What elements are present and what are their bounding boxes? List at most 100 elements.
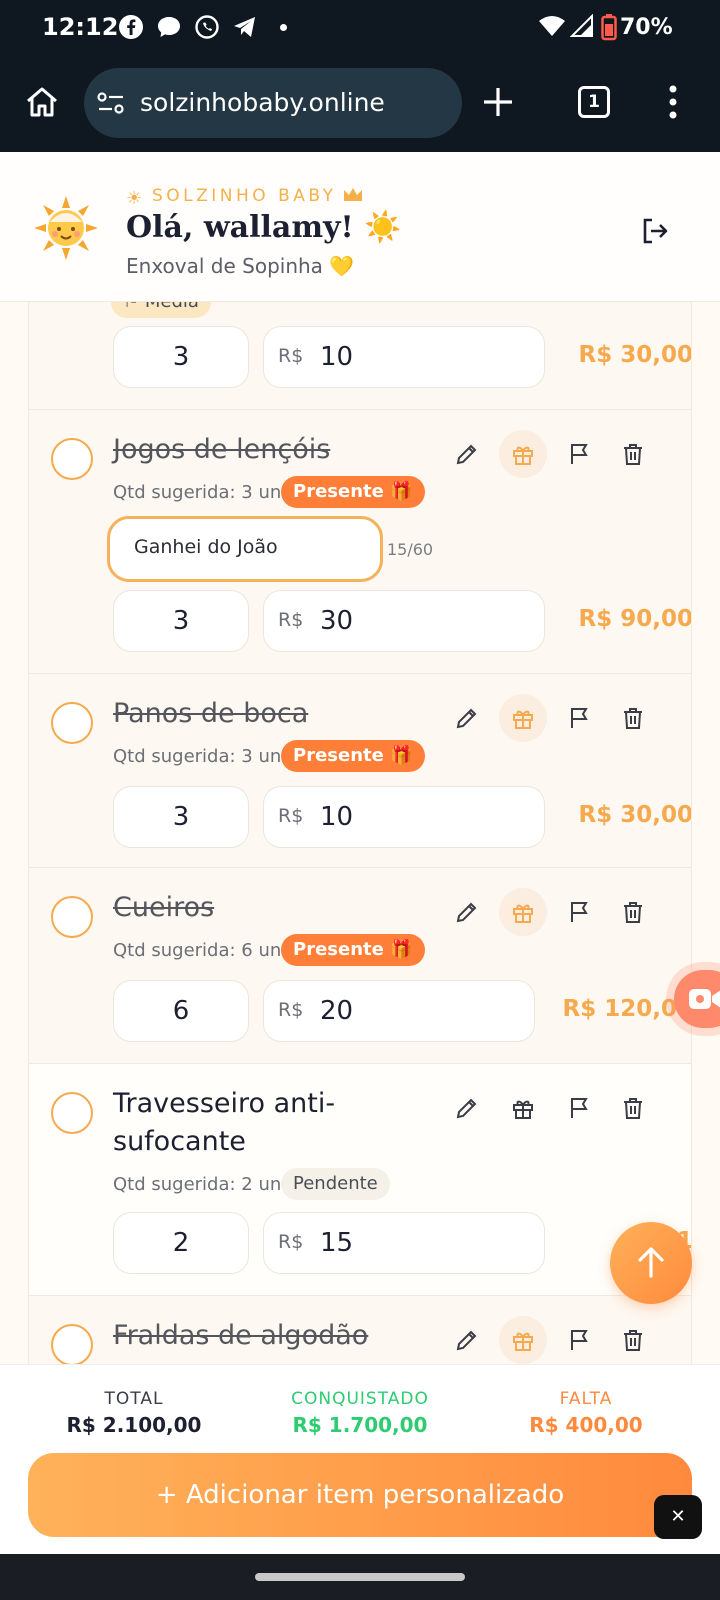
priority-tag: ⚐ Média: [111, 302, 211, 318]
gift-icon[interactable]: [499, 1084, 547, 1132]
list-item: Jogos de lençóis Qtd sugerida: 3 un Pres…: [29, 410, 692, 674]
quantity-input[interactable]: 3: [113, 590, 249, 652]
item-name: Panos de boca: [113, 698, 309, 729]
menu-dots-icon[interactable]: [668, 84, 678, 124]
greeting-title: Olá, wallamy! ☀️: [126, 210, 402, 245]
gift-icon[interactable]: [499, 888, 547, 936]
note-char-counter: 15/60: [387, 540, 434, 559]
new-tab-icon[interactable]: [480, 84, 516, 124]
flag-icon[interactable]: [555, 1316, 603, 1364]
flag-icon[interactable]: [555, 1084, 603, 1132]
suggested-qty: Qtd sugerida: 6 un: [113, 940, 282, 961]
trash-icon[interactable]: [609, 694, 657, 742]
app-header: ☀ SOLZINHO BABY Olá, wallamy! ☀️ Enxoval…: [0, 152, 720, 302]
status-time: 12:12: [42, 13, 119, 41]
total-stat: TOTAL R$ 2.100,00: [24, 1389, 244, 1437]
gift-icon[interactable]: [499, 430, 547, 478]
flag-icon[interactable]: [555, 694, 603, 742]
suggested-qty: Qtd sugerida: 3 un: [113, 746, 282, 767]
video-camera-icon: [688, 987, 720, 1015]
suggested-qty: Qtd sugerida: 2 un: [113, 1174, 282, 1195]
list-item: ⚐ Média 3 R$ 10 R$ 30,00: [29, 302, 692, 410]
item-checkbox[interactable]: [51, 702, 93, 744]
gift-icon[interactable]: [499, 694, 547, 742]
list-subtitle: Enxoval de Sopinha 💛: [126, 254, 355, 278]
wifi-icon: [538, 14, 566, 42]
missing-label: FALTA: [559, 1389, 613, 1409]
status-badge: Presente 🎁: [281, 934, 425, 966]
battery-icon: [601, 13, 617, 45]
add-custom-item-button[interactable]: + Adicionar item personalizado: [28, 1453, 692, 1537]
item-list: ⚐ Média 3 R$ 10 R$ 30,00 Jogos de lençói…: [28, 302, 692, 1364]
won-stat: CONQUISTADO R$ 1.700,00: [250, 1389, 470, 1437]
item-name: Fraldas de algodão: [113, 1320, 369, 1351]
price-input[interactable]: R$ 20: [263, 980, 535, 1042]
item-checkbox[interactable]: [51, 1324, 93, 1364]
status-badge: Pendente: [281, 1168, 390, 1200]
trash-icon[interactable]: [609, 430, 657, 478]
list-item: Fraldas de algodão: [29, 1296, 691, 1364]
home-icon[interactable]: [24, 84, 60, 124]
close-icon[interactable]: ✕: [654, 1495, 702, 1539]
item-total: R$ 90,00: [578, 606, 692, 632]
edit-icon[interactable]: [443, 888, 491, 936]
item-total: R$ 30,00: [578, 802, 692, 828]
brand-name: SOLZINHO BABY: [152, 186, 337, 206]
edit-icon[interactable]: [443, 430, 491, 478]
whatsapp-icon: [194, 14, 220, 44]
telegram-icon: [232, 15, 258, 43]
quantity-input[interactable]: 3: [113, 786, 249, 848]
item-checkbox[interactable]: [51, 438, 93, 480]
address-bar[interactable]: solzinhobaby.online: [84, 68, 462, 138]
item-name-continued: sufocante: [113, 1126, 246, 1157]
flag-icon[interactable]: [555, 888, 603, 936]
total-value: R$ 2.100,00: [66, 1413, 202, 1437]
site-settings-icon[interactable]: [96, 90, 126, 120]
scroll-to-top-button[interactable]: [610, 1222, 692, 1304]
trash-icon[interactable]: [609, 1316, 657, 1364]
item-total: R$ 120,00: [562, 996, 692, 1022]
flag-icon[interactable]: [555, 430, 603, 478]
item-checkbox[interactable]: [51, 896, 93, 938]
browser-toolbar: solzinhobaby.online 1: [0, 56, 720, 152]
small-sun-icon: ☀: [126, 188, 143, 209]
status-bar: 12:12 70%: [0, 0, 720, 56]
battery-percent: 70%: [620, 15, 673, 40]
arrow-up-icon: [636, 1246, 666, 1282]
edit-icon[interactable]: [443, 1084, 491, 1132]
price-input[interactable]: R$ 10: [263, 326, 545, 388]
quantity-input[interactable]: 3: [113, 326, 249, 388]
note-input[interactable]: Ganhei do João: [107, 516, 383, 582]
item-checkbox[interactable]: [51, 1092, 93, 1134]
tab-count[interactable]: 1: [578, 86, 610, 118]
edit-icon[interactable]: [443, 694, 491, 742]
quantity-input[interactable]: 6: [113, 980, 249, 1042]
quantity-input[interactable]: 2: [113, 1212, 249, 1274]
suggested-qty: Qtd sugerida: 3 un: [113, 482, 282, 503]
list-item: Travesseiro anti- sufocante Qtd sugerida…: [29, 1064, 691, 1296]
summary-footer: TOTAL R$ 2.100,00 CONQUISTADO R$ 1.700,0…: [0, 1364, 720, 1554]
sun-mascot-icon: [34, 196, 98, 264]
price-input[interactable]: R$ 15: [263, 1212, 545, 1274]
crown-icon: [342, 186, 364, 208]
trash-icon[interactable]: [609, 1084, 657, 1132]
gift-icon[interactable]: [499, 1316, 547, 1364]
item-name: Cueiros: [113, 892, 215, 923]
status-badge: Presente 🎁: [281, 740, 425, 772]
item-total: R$ 30,00: [578, 342, 692, 368]
trash-icon[interactable]: [609, 888, 657, 936]
total-label: TOTAL: [104, 1389, 164, 1409]
item-name: Jogos de lençóis: [113, 434, 331, 465]
system-nav-bar: [0, 1554, 720, 1600]
price-input[interactable]: R$ 10: [263, 786, 545, 848]
chat-icon: [156, 15, 182, 43]
list-item: Cueiros Qtd sugerida: 6 un Presente 🎁 6 …: [29, 868, 692, 1064]
list-item: Panos de boca Qtd sugerida: 3 un Present…: [29, 674, 692, 868]
logout-icon[interactable]: [640, 216, 670, 250]
edit-icon[interactable]: [443, 1316, 491, 1364]
won-value: R$ 1.700,00: [292, 1413, 428, 1437]
status-badge: Presente 🎁: [281, 476, 425, 508]
home-gesture-bar[interactable]: [255, 1573, 465, 1581]
url-text: solzinhobaby.online: [140, 88, 385, 117]
price-input[interactable]: R$ 30: [263, 590, 545, 652]
